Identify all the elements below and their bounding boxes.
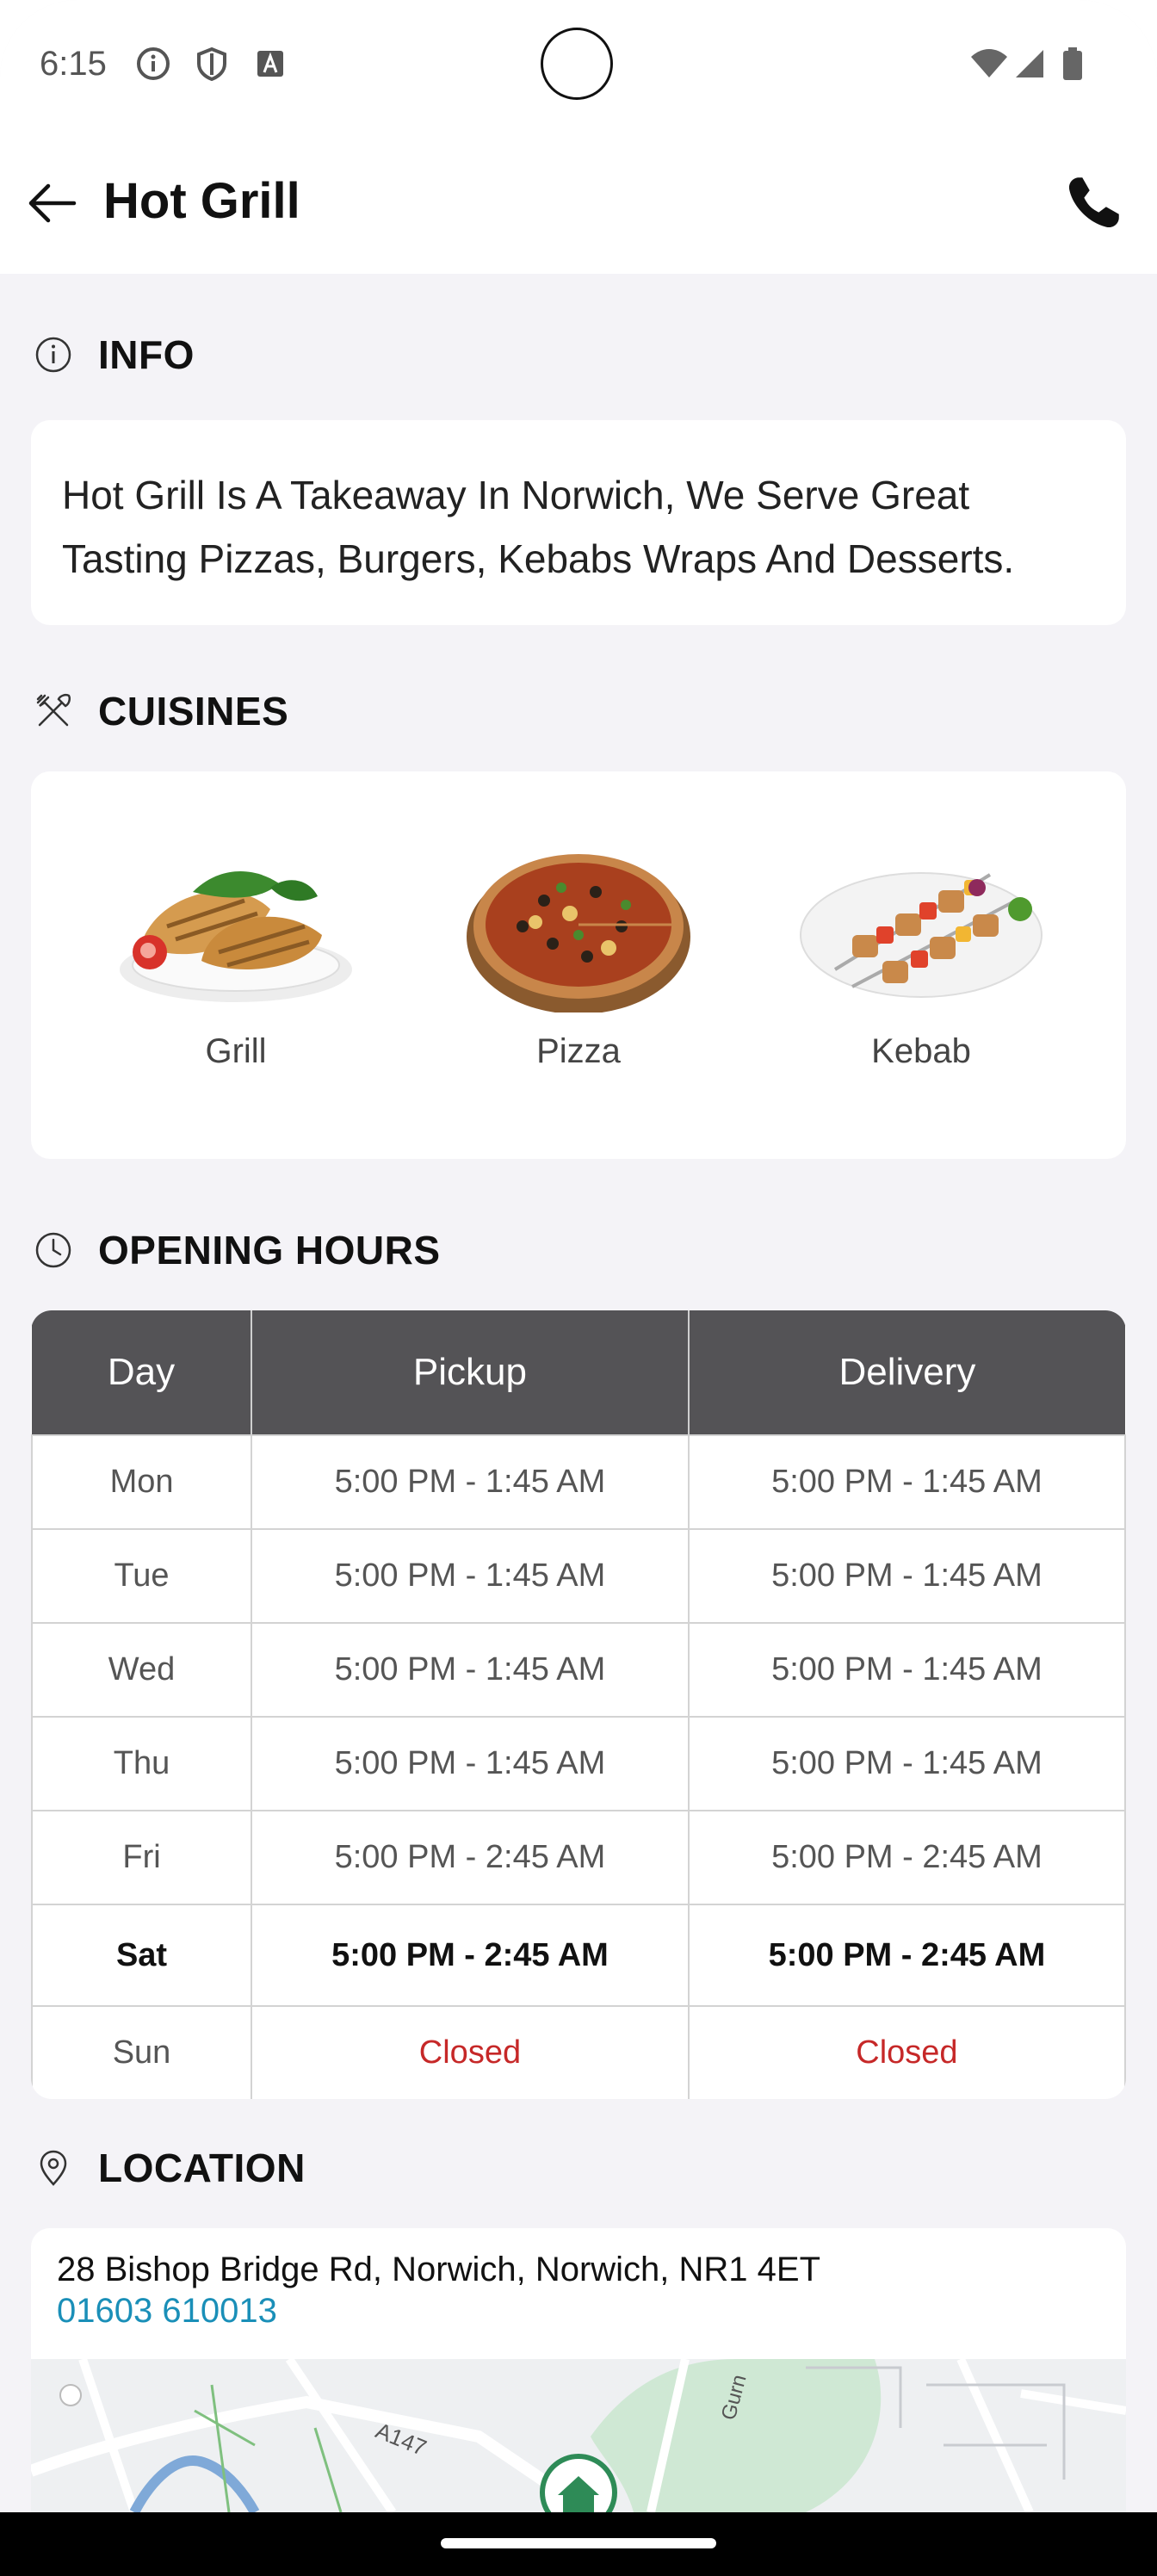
cuisine-item-grill[interactable]: Grill	[107, 840, 365, 1071]
info-description: Hot Grill Is A Takeaway In Norwich, We S…	[62, 473, 1015, 581]
a-status-icon	[257, 51, 283, 77]
delivery-cell: 5:00 PM - 1:45 AM	[688, 1716, 1126, 1811]
column-header-day: Day	[32, 1310, 253, 1435]
location-pin-icon	[40, 2150, 67, 2186]
utensils-icon	[36, 693, 71, 727]
cuisines-card: Grill Pizza Kebab	[31, 771, 1126, 1159]
cuisine-label-grill: Grill	[205, 1032, 267, 1070]
cuisine-item-kebab[interactable]: Kebab	[792, 840, 1050, 1071]
delivery-cell: 5:00 PM - 1:45 AM	[688, 1622, 1126, 1717]
back-arrow-icon[interactable]	[24, 176, 79, 231]
pickup-cell: 5:00 PM - 1:45 AM	[251, 1434, 690, 1529]
table-row: Mon 5:00 PM - 1:45 AM 5:00 PM - 1:45 AM	[31, 1434, 1126, 1529]
home-marker-icon	[540, 2454, 617, 2512]
table-header-row: Day Pickup Delivery	[32, 1310, 1125, 1435]
map-view[interactable]: A147 Gurn	[31, 2356, 1126, 2512]
info-status-icon	[137, 47, 170, 80]
column-header-pickup: Pickup	[251, 1310, 690, 1435]
delivery-cell: 5:00 PM - 2:45 AM	[688, 1904, 1126, 2006]
location-heading: LOCATION	[98, 2146, 306, 2190]
cuisine-item-pizza[interactable]: Pizza	[449, 840, 708, 1071]
kebab-image	[800, 872, 1043, 998]
info-icon	[35, 337, 71, 373]
day-cell: Wed	[31, 1622, 253, 1717]
table-row: Fri 5:00 PM - 2:45 AM 5:00 PM - 2:45 AM	[31, 1810, 1126, 1904]
table-row: Thu 5:00 PM - 1:45 AM 5:00 PM - 1:45 AM	[31, 1716, 1126, 1811]
status-bar: 6:15	[0, 0, 1157, 129]
pickup-cell: 5:00 PM - 2:45 AM	[251, 1810, 690, 1904]
pickup-cell-closed: Closed	[251, 2005, 690, 2099]
day-cell: Sat	[31, 1904, 253, 2006]
cuisines-section-header: CUISINES	[33, 685, 288, 737]
status-time: 6:15	[40, 45, 107, 83]
pickup-cell: 5:00 PM - 1:45 AM	[251, 1716, 690, 1811]
cuisine-label-pizza: Pizza	[536, 1032, 621, 1070]
home-gesture-pill[interactable]	[441, 2538, 716, 2548]
cuisine-label-kebab: Kebab	[871, 1032, 971, 1070]
pickup-cell: 5:00 PM - 1:45 AM	[251, 1622, 690, 1717]
signal-icon	[1016, 50, 1043, 77]
info-heading: INFO	[98, 332, 195, 377]
column-header-delivery: Delivery	[688, 1310, 1125, 1435]
info-card: Hot Grill Is A Takeaway In Norwich, We S…	[31, 420, 1126, 625]
pizza-image	[467, 854, 690, 1014]
grill-image	[120, 871, 352, 1002]
app-bar: Hot Grill	[0, 129, 1157, 274]
page-title: Hot Grill	[103, 173, 300, 229]
system-nav-bar	[0, 2512, 1157, 2576]
opening-hours-table: Day Pickup Delivery Mon 5:00 PM - 1:45 A…	[31, 1310, 1126, 2099]
camera-cutout	[541, 28, 613, 100]
map-graphic: A147 Gurn	[31, 2356, 1126, 2512]
table-row: Wed 5:00 PM - 1:45 AM 5:00 PM - 1:45 AM	[31, 1622, 1126, 1717]
location-section-header: LOCATION	[33, 2142, 306, 2194]
day-cell: Fri	[31, 1810, 253, 1904]
phone-icon[interactable]	[1064, 174, 1123, 232]
table-row: Sun Closed Closed	[31, 2005, 1126, 2099]
app-screen: 6:15 Hot Grill INFO Hot Grill Is A Takea…	[0, 0, 1157, 2576]
day-cell: Mon	[31, 1434, 253, 1529]
delivery-cell: 5:00 PM - 1:45 AM	[688, 1528, 1126, 1623]
day-cell: Tue	[31, 1528, 253, 1623]
delivery-cell: 5:00 PM - 2:45 AM	[688, 1810, 1126, 1904]
shield-status-icon	[197, 46, 226, 81]
info-section-header: INFO	[33, 329, 195, 381]
day-cell: Thu	[31, 1716, 253, 1811]
opening-hours-section-header: OPENING HOURS	[33, 1224, 441, 1276]
location-card: 28 Bishop Bridge Rd, Norwich, Norwich, N…	[31, 2228, 1126, 2512]
day-cell: Sun	[31, 2005, 253, 2099]
battery-icon	[1063, 47, 1082, 80]
delivery-cell-closed: Closed	[688, 2005, 1126, 2099]
cuisines-heading: CUISINES	[98, 689, 289, 734]
pickup-cell: 5:00 PM - 2:45 AM	[251, 1904, 690, 2006]
table-row: Tue 5:00 PM - 1:45 AM 5:00 PM - 1:45 AM	[31, 1528, 1126, 1623]
opening-hours-heading: OPENING HOURS	[98, 1228, 441, 1273]
pickup-cell: 5:00 PM - 1:45 AM	[251, 1528, 690, 1623]
clock-icon	[35, 1232, 71, 1268]
wifi-icon	[971, 49, 1007, 77]
phone-link[interactable]: 01603 610013	[57, 2292, 277, 2331]
table-row-today: Sat 5:00 PM - 2:45 AM 5:00 PM - 2:45 AM	[31, 1904, 1126, 2006]
delivery-cell: 5:00 PM - 1:45 AM	[688, 1434, 1126, 1529]
address-text: 28 Bishop Bridge Rd, Norwich, Norwich, N…	[57, 2251, 821, 2288]
